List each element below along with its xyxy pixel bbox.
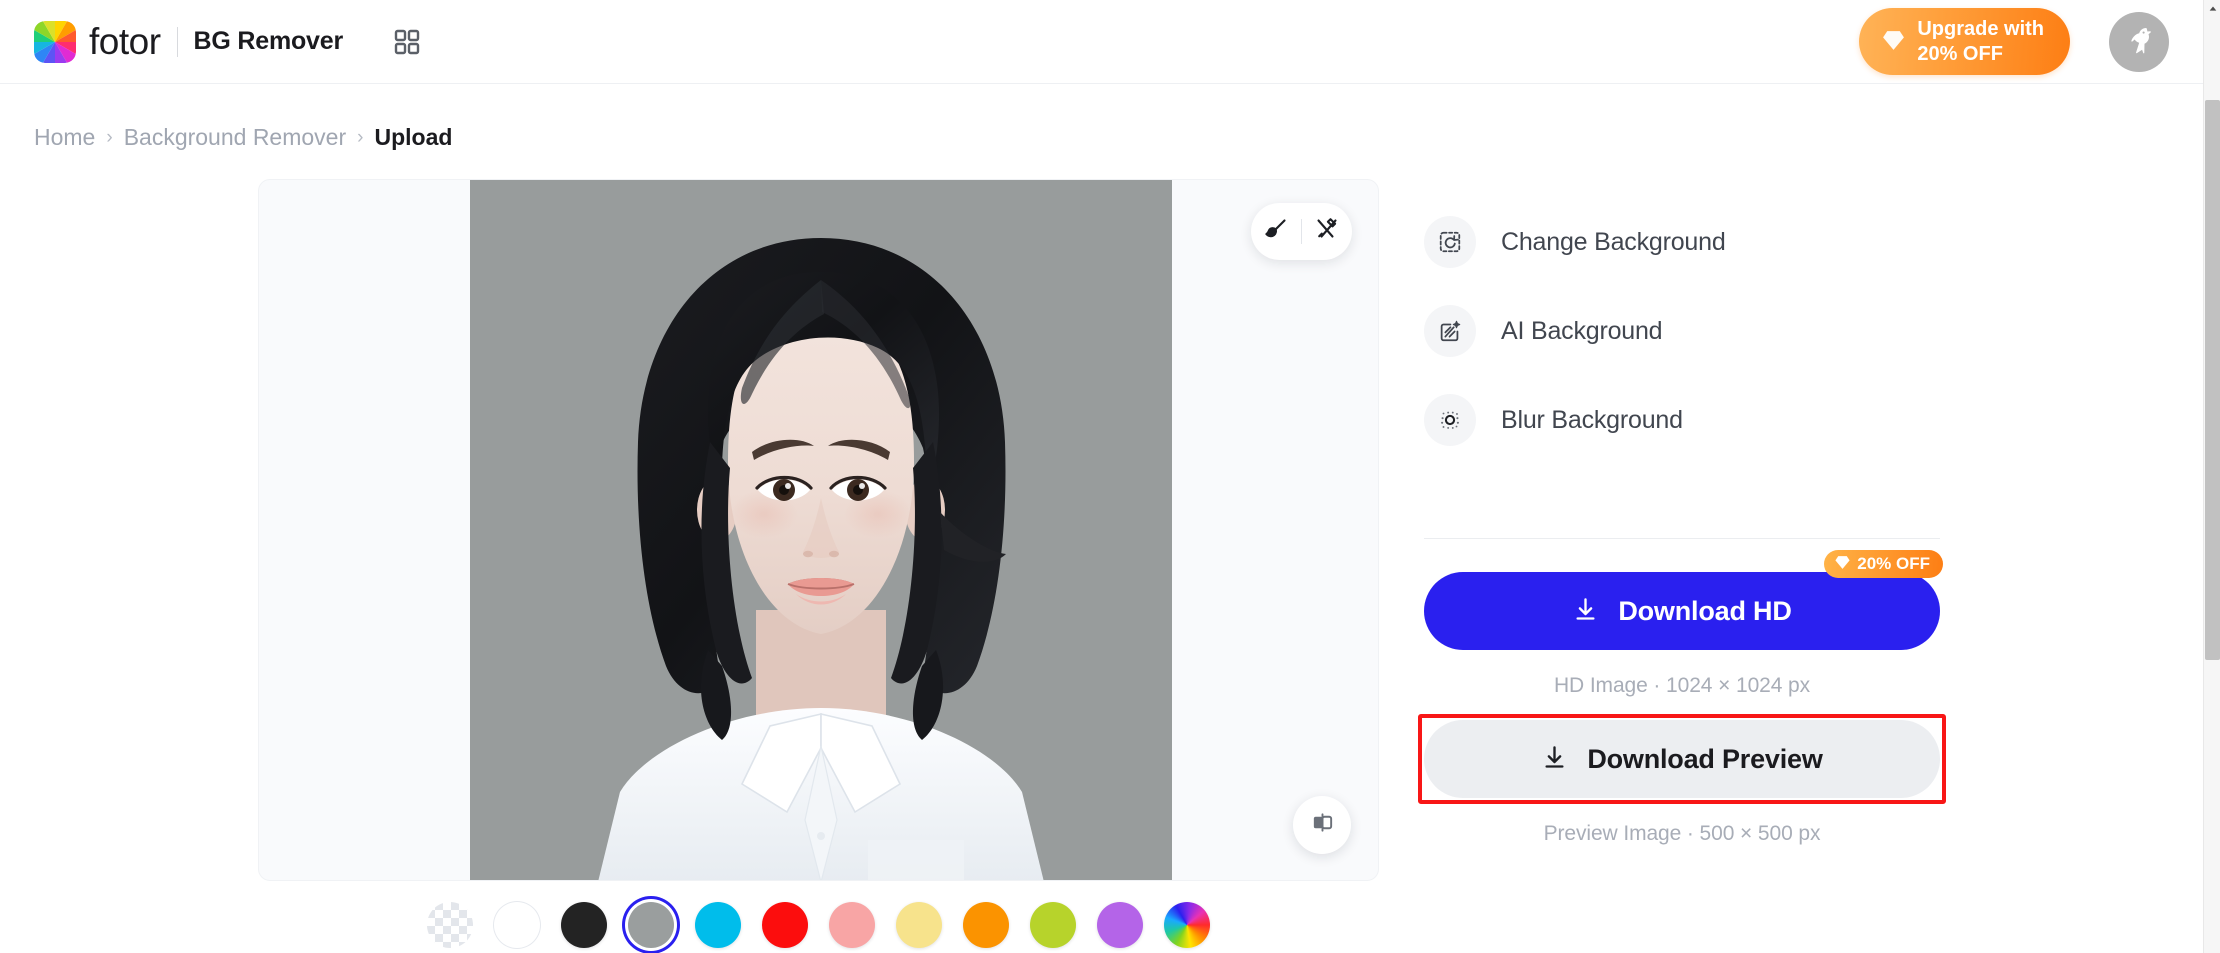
breadcrumb-separator: › [106, 127, 112, 149]
diamond-icon [1881, 28, 1906, 56]
download-preview-label: Download Preview [1587, 744, 1822, 775]
brand-divider [177, 27, 178, 57]
diamond-icon [1834, 554, 1851, 574]
fotor-pinwheel-logo[interactable] [34, 21, 76, 63]
image-canvas[interactable] [258, 179, 1379, 881]
swatch-transparent[interactable] [427, 902, 473, 948]
download-hd-button[interactable]: Download HD 20% OFF [1424, 572, 1940, 650]
ai-background-icon [1424, 305, 1476, 357]
change-background-option[interactable]: Change Background [1424, 216, 1726, 268]
background-color-swatches [258, 897, 1379, 953]
preview-image [470, 180, 1172, 881]
compare-button[interactable] [1293, 796, 1351, 854]
compare-before-after-icon [1310, 810, 1335, 840]
download-icon [1572, 596, 1599, 626]
download-section: Download HD 20% OFF HD Image · 1024 × 10… [1424, 572, 1940, 846]
swatch-purple[interactable] [1097, 902, 1143, 948]
panel-divider [1424, 538, 1940, 539]
brand[interactable]: fotor BG Remover [34, 21, 343, 63]
swatch-white[interactable] [494, 902, 540, 948]
product-name: BG Remover [194, 27, 343, 56]
scrollbar-thumb[interactable] [2205, 100, 2220, 660]
upgrade-label: Upgrade with 20% OFF [1917, 17, 2044, 66]
swatch-gray[interactable] [628, 902, 674, 948]
app-root: fotor BG Remover Upgrade with [0, 0, 2220, 953]
scroll-up-arrow-icon[interactable] [2204, 0, 2220, 17]
upgrade-button[interactable]: Upgrade with 20% OFF [1859, 8, 2070, 75]
download-preview-caption: Preview Image · 500 × 500 px [1424, 822, 1940, 846]
upgrade-line-2: 20% OFF [1917, 42, 2044, 66]
app-header: fotor BG Remover Upgrade with [0, 0, 2203, 84]
breadcrumb: Home › Background Remover › Upload [34, 124, 452, 151]
magic-tools-icon [1314, 216, 1340, 247]
download-preview-holder: Download Preview [1424, 720, 1940, 798]
swatch-red[interactable] [762, 902, 808, 948]
discount-badge-text: 20% OFF [1857, 554, 1930, 574]
upgrade-line-1: Upgrade with [1917, 17, 2044, 41]
brand-name: fotor [89, 21, 161, 63]
canvas-tool-pill [1251, 203, 1352, 260]
breadcrumb-item-home[interactable]: Home [34, 124, 95, 151]
download-icon [1541, 744, 1568, 774]
download-preview-button[interactable]: Download Preview [1424, 720, 1940, 798]
change-background-label: Change Background [1501, 228, 1726, 257]
tools-panel: Change Background AI Background [1424, 216, 1984, 483]
magic-tools-button[interactable] [1302, 203, 1352, 260]
avatar[interactable] [2109, 12, 2169, 72]
bird-avatar-icon [2119, 19, 2159, 64]
brush-tool-button[interactable] [1251, 203, 1301, 260]
download-hd-caption: HD Image · 1024 × 1024 px [1424, 674, 1940, 698]
header-right: Upgrade with 20% OFF [1859, 8, 2169, 75]
blur-background-label: Blur Background [1501, 406, 1683, 435]
brush-icon [1263, 216, 1289, 247]
ai-background-label: AI Background [1501, 317, 1662, 346]
breadcrumb-item-background-remover[interactable]: Background Remover [124, 124, 346, 151]
swatch-yellow[interactable] [896, 902, 942, 948]
grid-apps-icon[interactable] [393, 28, 421, 56]
swatch-orange[interactable] [963, 902, 1009, 948]
blur-background-option[interactable]: Blur Background [1424, 394, 1683, 446]
discount-badge: 20% OFF [1824, 550, 1943, 578]
swatch-black[interactable] [561, 902, 607, 948]
page-scrollbar[interactable] [2203, 0, 2220, 953]
download-hd-label: Download HD [1618, 596, 1791, 627]
breadcrumb-item-upload: Upload [374, 124, 452, 151]
breadcrumb-separator: › [357, 127, 363, 149]
swatch-cyan[interactable] [695, 902, 741, 948]
swatch-lime[interactable] [1030, 902, 1076, 948]
swatch-pink[interactable] [829, 902, 875, 948]
ai-background-option[interactable]: AI Background [1424, 305, 1662, 357]
swatch-color-picker[interactable] [1164, 902, 1210, 948]
blur-background-icon [1424, 394, 1476, 446]
change-background-icon [1424, 216, 1476, 268]
